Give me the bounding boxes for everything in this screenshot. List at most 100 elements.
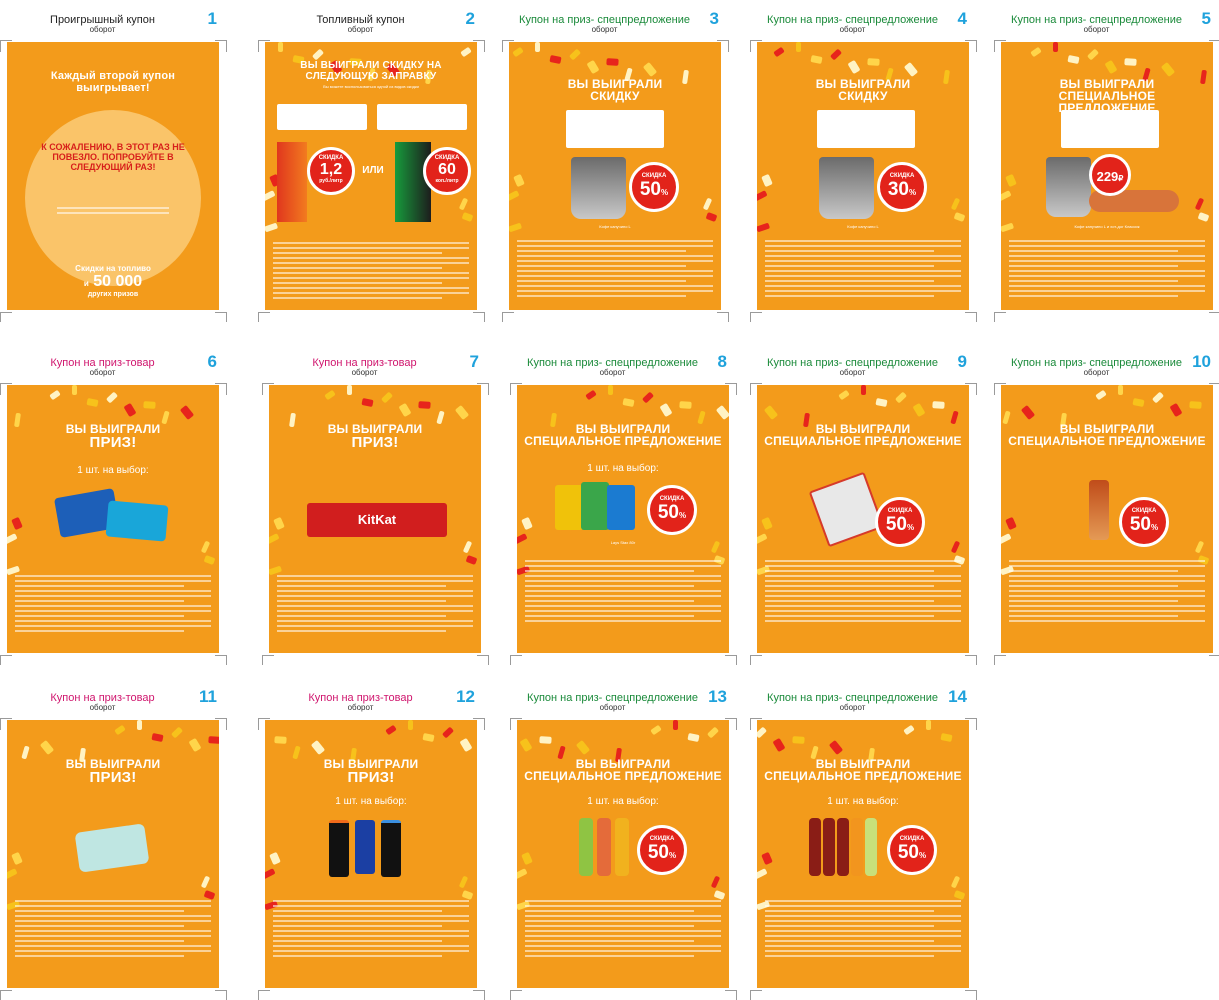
confetti-piece [810, 54, 823, 65]
confetti-piece [1030, 46, 1042, 58]
crop-mark [510, 990, 511, 1000]
coupon-card: ВЫ ВЫИГРАЛИ СКИДКУ НА СЛЕДУЮЩУЮ ЗАПРАВКУ… [265, 42, 477, 310]
barcode-area [377, 104, 467, 130]
crop-mark [0, 40, 1, 52]
confetti-piece [838, 389, 850, 401]
badge-unit: ₽ [1118, 174, 1124, 183]
badge-unit: % [909, 188, 917, 197]
kitkat-bar-image: KitKat [307, 503, 447, 537]
discount-badge: СКИДКА 50% [637, 825, 687, 875]
fuel-pump-red [277, 142, 307, 222]
confetti-piece [585, 389, 597, 401]
coupon-card: ВЫ ВЫИГРАЛИ ПРИЗ! KitKat [269, 385, 481, 653]
confetti-piece [705, 212, 718, 222]
confetti-piece [575, 739, 591, 756]
crop-mark [728, 40, 729, 52]
confetti-piece [105, 391, 119, 404]
confetti-piece [465, 555, 478, 565]
confetti-piece [200, 540, 211, 554]
crop-mark [262, 383, 274, 384]
confetti-piece [1194, 197, 1205, 211]
choose-label: 1 шт. на выбор: [587, 796, 659, 807]
confetti-piece [950, 540, 961, 554]
confetti-piece [1169, 402, 1183, 418]
confetti-piece [757, 533, 768, 545]
crop-mark [0, 40, 12, 41]
coupon-card: ВЫ ВЫИГРАЛИ СПЕЦИАЛЬНОЕ ПРЕДЛОЖЕНИЕ 1 шт… [517, 385, 729, 653]
coupon-number: 8 [717, 352, 727, 371]
confetti-piece [702, 197, 713, 211]
confetti-piece [265, 222, 279, 233]
confetti-piece [861, 385, 866, 395]
badge-unit: % [679, 511, 687, 520]
discount-badge: СКИДКА 30% [877, 162, 927, 212]
crop-mark [750, 990, 762, 991]
confetti-piece [200, 875, 211, 889]
product-caption: Lays Stax 80г [610, 540, 636, 545]
confetti-piece [347, 385, 352, 395]
confetti-piece [513, 173, 525, 188]
coffee-cup-image [819, 157, 874, 219]
coupon-card: ВЫ ВЫИГРАЛИ ПРИЗ! 1 шт. на выбор: [265, 720, 477, 988]
coupon-side-label: оборот [591, 25, 618, 34]
coupon-card: ВЫ ВЫИГРАЛИ СПЕЦИАЛЬНОЕ ПРЕДЛОЖЕНИЕ СКИД… [757, 385, 969, 653]
crop-mark [258, 312, 259, 322]
confetti-piece [461, 212, 474, 222]
crop-mark [750, 718, 751, 730]
crop-mark [488, 383, 489, 395]
confetti-piece [143, 401, 156, 409]
confetti-piece [622, 397, 635, 408]
confetti-piece [940, 732, 953, 743]
crop-mark [258, 990, 270, 991]
confetti-piece [418, 401, 431, 409]
confetti-piece [847, 59, 861, 75]
confetti-piece [278, 42, 283, 52]
crop-mark [750, 990, 751, 1000]
soda-bottle-image [823, 818, 835, 876]
chips-pack-image [581, 482, 609, 530]
discount-badge: СКИДКА 50% [887, 825, 937, 875]
confetti-piece [903, 61, 919, 78]
card-headline-2: СПЕЦИАЛЬНОЕ ПРЕДЛОЖЕНИЕ [1008, 434, 1206, 448]
product-caption: Кофе капучино L [599, 224, 631, 229]
confetti-piece [932, 401, 945, 409]
crop-mark [965, 990, 977, 991]
confetti-piece [311, 48, 325, 61]
crop-mark [258, 40, 259, 52]
confetti-piece [761, 173, 773, 188]
crop-mark [0, 383, 1, 395]
confetti-piece [549, 54, 562, 65]
confetti-piece [953, 212, 966, 222]
coupon-side-label: оборот [599, 368, 626, 377]
crop-mark [725, 718, 737, 719]
napkins-pack-image [74, 823, 150, 873]
crop-mark [965, 383, 977, 384]
crop-mark [0, 312, 1, 322]
crop-mark [0, 718, 12, 719]
confetti-piece [170, 726, 184, 739]
crop-mark [1209, 40, 1219, 41]
badge-unit: % [907, 523, 915, 532]
crop-mark [226, 383, 227, 395]
confetti-piece [757, 868, 768, 880]
crop-mark [976, 655, 977, 665]
crop-mark [717, 312, 729, 313]
confetti-piece [380, 391, 394, 404]
coupon-side-label: оборот [1083, 25, 1110, 34]
spray-can-image [1089, 480, 1109, 540]
confetti-piece [203, 890, 216, 900]
crop-mark [258, 718, 270, 719]
card-headline: ВЫ ВЫИГРАЛИ СКИДКУ [815, 77, 911, 103]
coupon-number: 5 [1201, 9, 1211, 28]
crop-mark [994, 40, 1006, 41]
confetti-piece [188, 737, 202, 753]
confetti-piece [953, 890, 966, 900]
crop-mark [965, 312, 977, 313]
coupon-number: 9 [957, 352, 967, 371]
crop-mark [736, 718, 737, 730]
confetti-piece [123, 402, 137, 418]
confetti-piece [7, 868, 18, 880]
coupon-card: ВЫ ВЫИГРАЛИ СПЕЦИАЛЬНОЕ ПРЕДЛОЖЕНИЕ 229₽… [1001, 42, 1213, 310]
crop-mark [262, 655, 263, 665]
prize-count: и 50 000 [7, 274, 219, 292]
